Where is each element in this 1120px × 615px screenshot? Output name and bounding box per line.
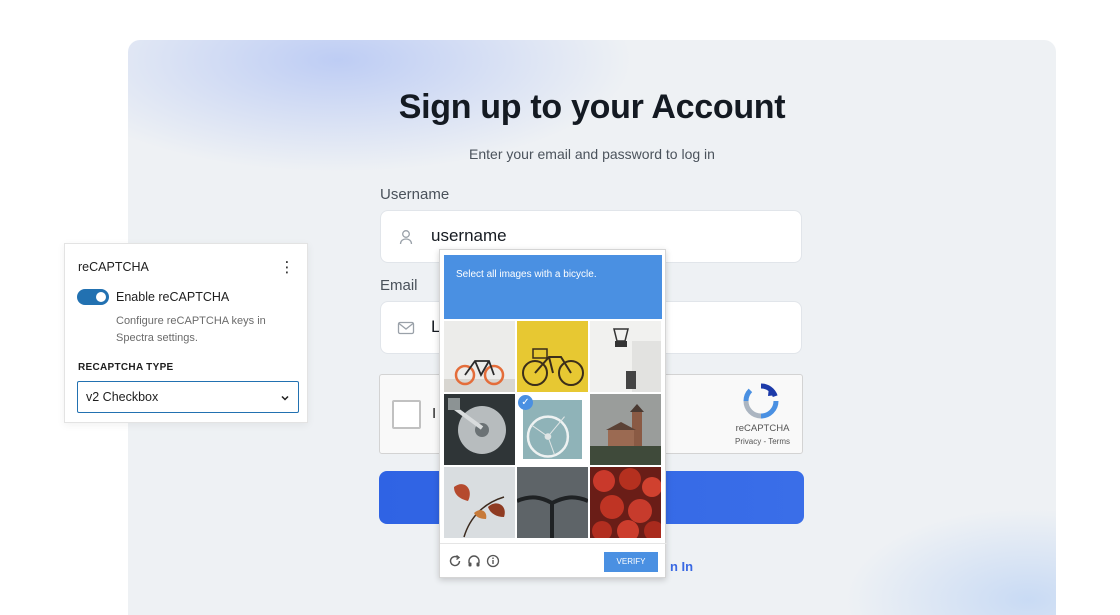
- binder-clip-image: [590, 321, 661, 392]
- challenge-tile[interactable]: [590, 394, 661, 465]
- recaptcha-links[interactable]: Privacy - Terms: [710, 437, 815, 446]
- reload-icon[interactable]: [448, 554, 462, 568]
- headphones-icon[interactable]: [467, 554, 481, 568]
- panel-title: reCAPTCHA: [78, 260, 149, 274]
- recaptcha-type-select[interactable]: v2 Checkbox: [77, 381, 299, 413]
- page-subtitle: Enter your email and password to log in: [469, 146, 715, 162]
- enable-recaptcha-toggle[interactable]: [77, 289, 109, 305]
- info-icon[interactable]: [486, 554, 500, 568]
- username-value: username: [431, 226, 507, 245]
- challenge-tile[interactable]: [590, 467, 661, 538]
- mail-icon: [397, 321, 415, 335]
- recaptcha-settings-panel: reCAPTCHA ⋮ Enable reCAPTCHA Configure r…: [64, 243, 308, 423]
- challenge-tile[interactable]: [444, 467, 515, 538]
- selected-check-icon: ✓: [518, 395, 533, 410]
- help-text: Configure reCAPTCHA keys in Spectra sett…: [116, 315, 266, 344]
- image-challenge-popup: Select all images with a bicycle. ✓ VERI…: [439, 249, 667, 579]
- challenge-tile[interactable]: [517, 321, 588, 392]
- challenge-tile[interactable]: [517, 467, 588, 538]
- challenge-footer: VERIFY: [440, 543, 667, 579]
- chevron-down-icon: [281, 395, 289, 401]
- autumn-leaves-image: [444, 467, 515, 538]
- challenge-tile[interactable]: [590, 321, 661, 392]
- challenge-instruction: Select all images with a bicycle.: [456, 269, 597, 280]
- hard-drive-image: [444, 394, 515, 465]
- challenge-grid: ✓: [444, 321, 663, 541]
- signin-link[interactable]: n In: [670, 559, 693, 574]
- more-options-icon[interactable]: ⋮: [279, 258, 295, 276]
- challenge-tile-selected[interactable]: ✓: [517, 394, 588, 465]
- toggle-label: Enable reCAPTCHA: [116, 290, 230, 304]
- username-label: Username: [380, 186, 450, 203]
- recaptcha-logo-icon: [743, 383, 779, 419]
- yellow-bicycle-image: [517, 321, 588, 392]
- recaptcha-brand: reCAPTCHA: [735, 423, 790, 434]
- strawberries-image: [590, 467, 661, 538]
- page-title: Sign up to your Account: [398, 88, 786, 126]
- challenge-header: Select all images with a bicycle.: [444, 255, 662, 319]
- church-image: [590, 394, 661, 465]
- handlebar-image: [517, 467, 588, 538]
- recaptcha-type-label: RECAPTCHA TYPE: [78, 362, 174, 373]
- user-icon: [399, 230, 413, 245]
- recaptcha-checkbox[interactable]: [392, 400, 421, 429]
- challenge-tile[interactable]: [444, 394, 515, 465]
- bicycle-wheel-image: [523, 400, 582, 459]
- email-label: Email: [380, 277, 418, 294]
- recaptcha-label: I: [432, 405, 437, 422]
- challenge-tile[interactable]: [444, 321, 515, 392]
- select-value: v2 Checkbox: [86, 390, 159, 404]
- verify-button[interactable]: VERIFY: [604, 552, 658, 572]
- bicycle-photo-image: [444, 321, 515, 392]
